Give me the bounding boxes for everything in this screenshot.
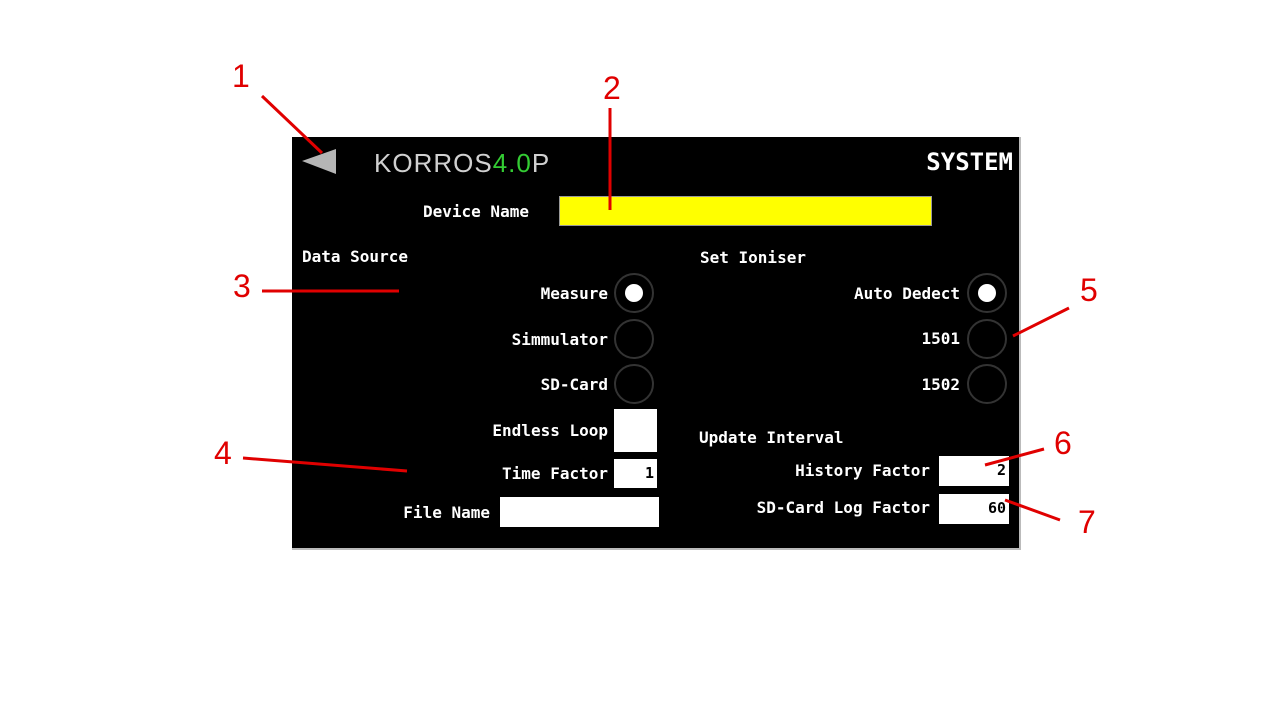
ioniser-1502-radio[interactable] <box>967 364 1007 404</box>
device-name-input[interactable] <box>559 196 932 226</box>
file-name-input[interactable] <box>500 497 659 527</box>
annotation-1: 1 <box>232 58 250 94</box>
annotation-5: 5 <box>1080 272 1098 308</box>
annotation-line-5 <box>1012 306 1070 338</box>
time-factor-label: Time Factor <box>502 464 608 483</box>
page-title: SYSTEM <box>926 148 1013 176</box>
sd-card-label: SD-Card <box>540 375 608 394</box>
sd-card-radio[interactable] <box>614 364 654 404</box>
sd-card-log-factor-input[interactable]: 60 <box>939 494 1009 524</box>
annotation-4: 4 <box>214 435 232 471</box>
history-factor-input[interactable]: 2 <box>939 456 1009 486</box>
radio-dot-icon <box>978 284 996 302</box>
history-factor-label: History Factor <box>795 461 930 480</box>
endless-loop-label: Endless Loop <box>492 421 608 440</box>
annotation-2: 2 <box>603 70 621 106</box>
measure-radio[interactable] <box>614 273 654 313</box>
device-name-label: Device Name <box>423 202 529 221</box>
sd-card-log-factor-label: SD-Card Log Factor <box>756 498 930 517</box>
set-ioniser-heading: Set Ioniser <box>700 248 806 267</box>
simulator-radio[interactable] <box>614 319 654 359</box>
update-interval-heading: Update Interval <box>699 428 844 447</box>
measure-label: Measure <box>540 284 608 303</box>
ioniser-1502-label: 1502 <box>921 375 960 394</box>
annotation-3: 3 <box>233 268 251 304</box>
time-factor-input[interactable]: 1 <box>614 459 657 488</box>
ioniser-1501-label: 1501 <box>921 329 960 348</box>
auto-detect-radio[interactable] <box>967 273 1007 313</box>
annotation-7: 7 <box>1078 504 1096 540</box>
brand-logo: KORROS4.0P <box>374 148 551 178</box>
endless-loop-checkbox[interactable] <box>614 409 657 452</box>
simulator-label: Simmulator <box>511 330 608 349</box>
radio-dot-icon <box>625 284 643 302</box>
file-name-label: File Name <box>403 503 490 522</box>
back-triangle-icon[interactable] <box>300 148 338 175</box>
annotation-6: 6 <box>1054 425 1072 461</box>
ioniser-1501-radio[interactable] <box>967 319 1007 359</box>
system-screen: KORROS4.0P SYSTEM Device Name Data Sourc… <box>292 137 1021 550</box>
data-source-heading: Data Source <box>302 247 408 266</box>
auto-detect-label: Auto Dedect <box>854 284 960 303</box>
